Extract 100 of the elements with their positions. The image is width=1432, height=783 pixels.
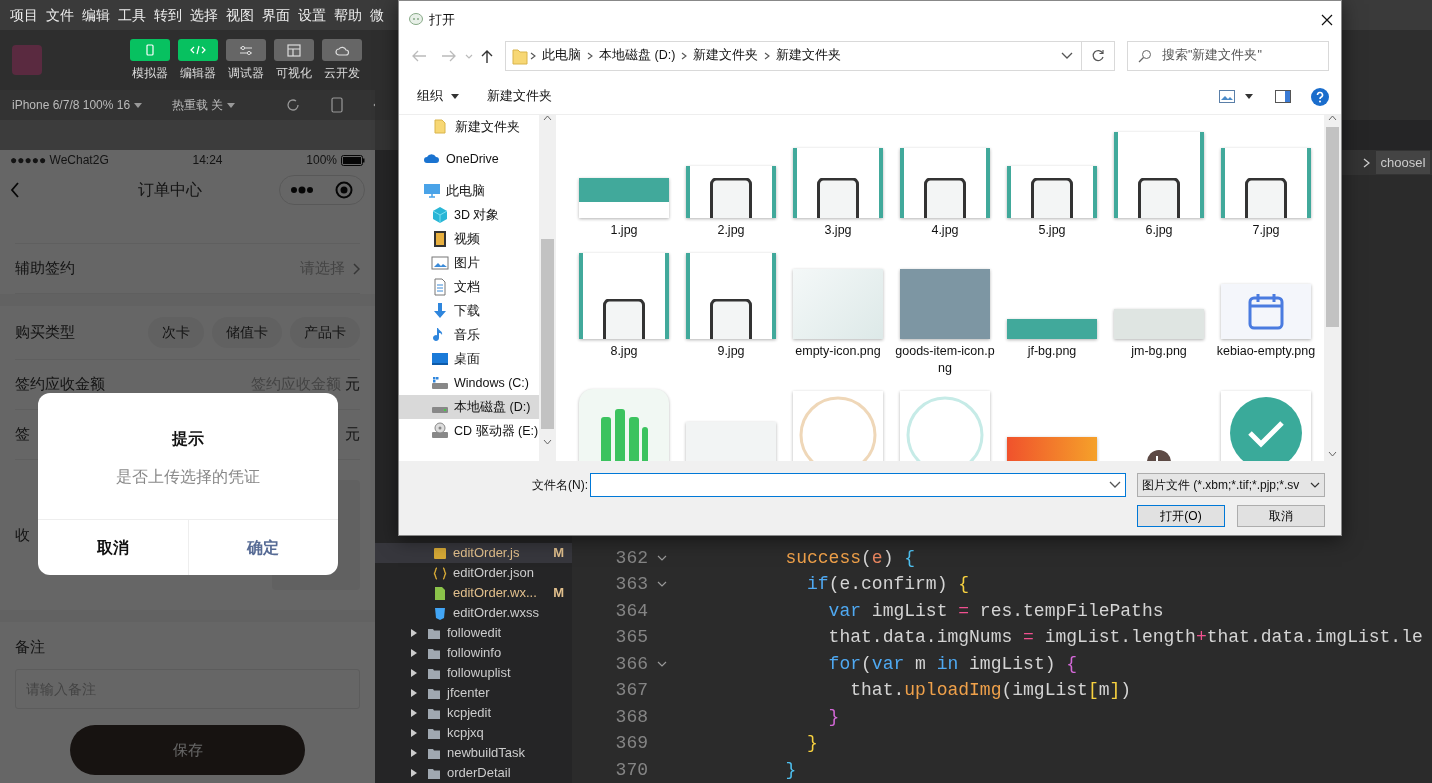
image-thumbnail[interactable] [579, 253, 669, 339]
file-tree-item[interactable]: editOrder.js M [375, 543, 572, 563]
nav-item[interactable]: 图片 [399, 251, 539, 275]
chevron-down-icon[interactable] [543, 439, 552, 445]
image-thumbnail[interactable] [1114, 132, 1204, 218]
fold-icon[interactable] [657, 660, 667, 667]
nav-item[interactable]: 文档 [399, 275, 539, 299]
up-arrow-icon[interactable] [479, 48, 495, 63]
caret-icon[interactable] [411, 769, 417, 777]
chevron-down-icon[interactable] [1109, 481, 1121, 489]
image-thumbnail[interactable] [900, 391, 990, 461]
menu-item[interactable]: 界面 [258, 4, 294, 26]
image-thumbnail[interactable] [1221, 284, 1311, 339]
file-tree-item[interactable]: followinfo [375, 643, 572, 663]
chevron-up-icon[interactable] [543, 115, 552, 121]
caret-icon[interactable] [411, 729, 417, 737]
cancel-button[interactable]: 取消 [38, 520, 189, 575]
menu-item[interactable]: 帮助 [330, 4, 366, 26]
toolbar-button[interactable] [178, 38, 218, 61]
organize-menu[interactable]: 组织 [411, 84, 465, 109]
nav-item[interactable]: CD 驱动器 (E:) [399, 419, 539, 443]
caret-icon[interactable] [411, 749, 417, 757]
toolbar-button[interactable] [130, 38, 170, 61]
menu-item[interactable]: 选择 [186, 4, 222, 26]
breadcrumb-item[interactable]: 此电脑 [538, 46, 585, 65]
file-tree-item[interactable]: editOrder.wxss [375, 603, 572, 623]
nav-item[interactable]: 此电脑 [399, 179, 539, 203]
close-icon[interactable] [1321, 13, 1333, 26]
menu-item[interactable]: 项目 [6, 4, 42, 26]
nav-item[interactable]: 新建文件夹 [399, 115, 539, 139]
image-thumbnail[interactable] [793, 391, 883, 461]
caret-icon[interactable] [411, 689, 417, 697]
help-icon[interactable] [1311, 87, 1329, 106]
search-field[interactable]: 搜索"新建文件夹" [1127, 40, 1329, 71]
nav-item[interactable]: 本地磁盘 (D:) [399, 395, 539, 419]
new-folder-button[interactable]: 新建文件夹 [481, 84, 558, 109]
address-bar[interactable]: 此电脑 本地磁盘 (D:) 新建文件夹 新建文件夹 [505, 40, 1082, 71]
more-icon[interactable] [291, 186, 313, 194]
view-icon[interactable] [1219, 90, 1235, 103]
chevron-up-icon[interactable] [1328, 115, 1337, 121]
file-type-dropdown[interactable]: 图片文件 (*.xbm;*.tif;*.pjp;*.sv [1137, 473, 1325, 497]
nav-item[interactable]: OneDrive [399, 147, 539, 171]
hot-reload-toggle[interactable]: 热重载 关 [172, 96, 224, 114]
caret-icon[interactable] [1245, 94, 1253, 99]
file-tree-item[interactable]: kcpjedit [375, 703, 572, 723]
file-tree-item[interactable]: editOrder.wx... M [375, 583, 572, 603]
image-thumbnail[interactable] [686, 422, 776, 461]
scrollbar[interactable] [1324, 115, 1341, 461]
file-tree-item[interactable]: followuplist [375, 663, 572, 683]
breadcrumb-item[interactable]: 新建文件夹 [689, 46, 763, 65]
caret-icon[interactable] [411, 669, 417, 677]
nav-item[interactable]: 下载 [399, 299, 539, 323]
preview-pane-icon[interactable] [1275, 90, 1291, 103]
menu-item[interactable]: 文件 [42, 4, 78, 26]
file-tree-item[interactable]: kcpjxq [375, 723, 572, 743]
breadcrumb-item[interactable]: chooseI [1376, 150, 1430, 175]
breadcrumb-item[interactable]: 新建文件夹 [772, 46, 846, 65]
fold-icon[interactable] [657, 581, 667, 588]
toolbar-button[interactable] [226, 38, 266, 61]
toolbar-button[interactable] [274, 38, 314, 61]
chevron-down-icon[interactable] [1328, 451, 1337, 457]
chevron-down-icon[interactable] [1061, 51, 1073, 60]
back-icon[interactable] [10, 182, 20, 198]
nav-item[interactable]: 音乐 [399, 323, 539, 347]
scrollbar[interactable] [539, 115, 556, 461]
device-selector[interactable]: iPhone 6/7/8 100% 16 [12, 96, 131, 114]
fold-icon[interactable] [657, 554, 667, 561]
file-name-field[interactable] [590, 473, 1126, 497]
image-thumbnail[interactable] [900, 148, 990, 218]
menu-item[interactable]: 转到 [150, 4, 186, 26]
menu-item[interactable]: 视图 [222, 4, 258, 26]
image-thumbnail[interactable] [1114, 309, 1204, 339]
image-thumbnail[interactable] [686, 166, 776, 218]
file-tree-item[interactable]: followedit [375, 623, 572, 643]
file-tree-item[interactable]: orderDetail [375, 763, 572, 783]
image-thumbnail[interactable] [579, 178, 669, 218]
menu-item[interactable]: 工具 [114, 4, 150, 26]
image-thumbnail[interactable] [686, 253, 776, 339]
menu-item[interactable]: 编辑 [78, 4, 114, 26]
open-button[interactable]: 打开(O) [1137, 505, 1225, 527]
image-thumbnail[interactable] [793, 269, 883, 339]
image-thumbnail[interactable] [1221, 391, 1311, 461]
breadcrumb-item[interactable]: 本地磁盘 (D:) [595, 46, 680, 65]
nav-item[interactable]: 3D 对象 [399, 203, 539, 227]
file-tree-item[interactable]: jfcenter [375, 683, 572, 703]
image-thumbnail[interactable] [579, 389, 669, 461]
nav-item[interactable]: Windows (C:) [399, 371, 539, 395]
confirm-button[interactable]: 确定 [188, 520, 338, 575]
image-thumbnail[interactable] [1007, 166, 1097, 218]
image-thumbnail[interactable] [1221, 148, 1311, 218]
file-tree-item[interactable]: newbuildTask [375, 743, 572, 763]
menu-item[interactable]: 设置 [294, 4, 330, 26]
file-tree-item[interactable]: editOrder.json [375, 563, 572, 583]
target-icon[interactable] [335, 181, 353, 199]
cancel-button[interactable]: 取消 [1237, 505, 1325, 527]
image-thumbnail[interactable] [1007, 319, 1097, 339]
caret-icon[interactable] [411, 629, 417, 637]
image-thumbnail[interactable] [793, 148, 883, 218]
refresh-button[interactable] [1082, 40, 1115, 71]
refresh-icon[interactable] [285, 97, 302, 113]
